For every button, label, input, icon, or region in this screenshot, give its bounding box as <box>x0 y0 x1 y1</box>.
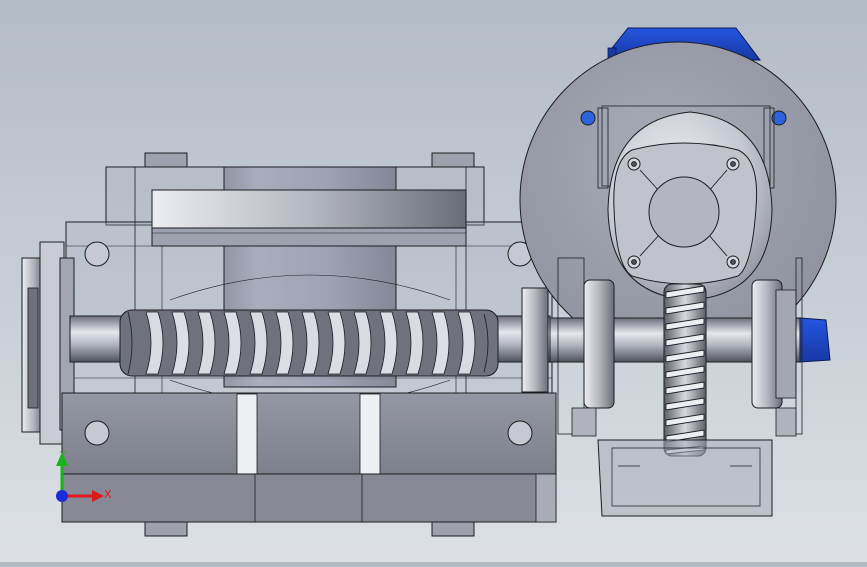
base-slot-right <box>359 393 381 475</box>
motor-body-right <box>799 317 831 363</box>
reducer-lower-housing <box>597 439 773 517</box>
drum-flange-ring <box>151 189 467 229</box>
top-mount-tab-left <box>144 152 188 168</box>
shaft-collar <box>521 287 549 393</box>
bearing-left <box>583 279 615 409</box>
triad-x-label: X <box>104 488 112 501</box>
mount-hole-upper-left <box>84 241 110 267</box>
triad-origin <box>56 490 68 502</box>
housing-foot-plate <box>61 473 557 523</box>
input-shaft-hub <box>648 176 720 248</box>
triad-y-label: Y <box>59 451 66 461</box>
bottom-mount-tab-right <box>431 521 475 537</box>
bottom-mount-tab-left <box>144 521 188 537</box>
housing-base-block <box>61 392 557 476</box>
top-mount-tab-right <box>431 152 475 168</box>
right-motor-reducer[interactable] <box>519 27 837 517</box>
left-gearbox-housing[interactable] <box>21 152 557 537</box>
mount-hole-lower-right <box>507 420 533 446</box>
flange-bolt-hole-left <box>580 110 596 126</box>
base-slot-left <box>236 393 258 475</box>
mount-hole-lower-left <box>84 420 110 446</box>
cad-graphics-viewport[interactable]: Y X <box>0 0 867 562</box>
